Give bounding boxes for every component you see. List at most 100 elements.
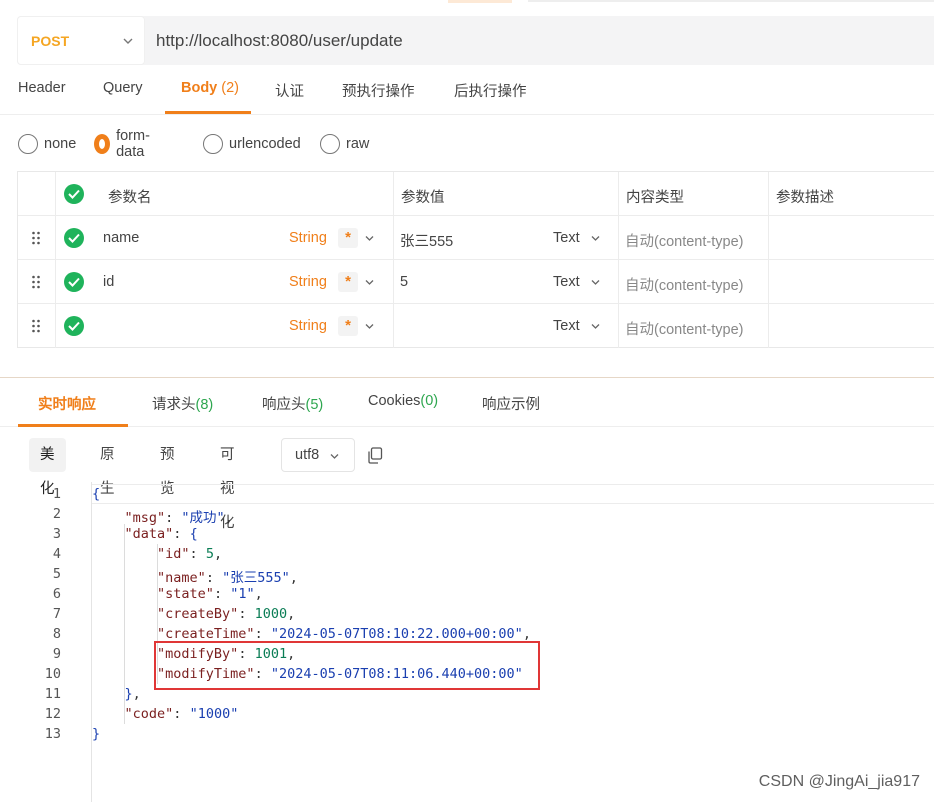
header-param-name: 参数名 bbox=[108, 190, 152, 206]
radio-none[interactable]: none bbox=[18, 133, 76, 155]
param-name[interactable]: name bbox=[103, 230, 139, 246]
chevron-down-icon[interactable] bbox=[364, 321, 375, 332]
radio-circle-selected bbox=[94, 134, 111, 154]
tab-response-examples[interactable]: 响应示例 bbox=[482, 393, 540, 414]
tab-auth[interactable]: 认证 bbox=[275, 80, 304, 101]
value-type-select[interactable]: Text bbox=[553, 230, 580, 246]
tab-live-response[interactable]: 实时响应 bbox=[38, 393, 96, 414]
tab-header[interactable]: Header bbox=[18, 80, 66, 96]
line-number: 10 bbox=[44, 666, 61, 682]
header-param-desc: 参数描述 bbox=[776, 190, 834, 206]
value-type-select[interactable]: Text bbox=[553, 274, 580, 290]
param-type[interactable]: String bbox=[289, 230, 327, 246]
response-tabs: 实时响应 请求头(8) 响应头(5) Cookies(0) 响应示例 bbox=[0, 378, 934, 427]
code-token: "成功" bbox=[181, 510, 225, 526]
tab-query[interactable]: Query bbox=[103, 80, 143, 96]
param-value[interactable]: 5 bbox=[400, 274, 408, 290]
url-input[interactable]: http://localhost:8080/user/update bbox=[156, 31, 403, 51]
method-label: POST bbox=[31, 33, 70, 49]
chevron-down-icon[interactable] bbox=[590, 233, 601, 244]
content-type[interactable]: 自动(content-type) bbox=[625, 274, 743, 295]
view-preview[interactable]: 预览 bbox=[149, 438, 186, 497]
line-number: 2 bbox=[52, 506, 61, 522]
check-circle-icon[interactable] bbox=[64, 184, 84, 204]
code-token: : bbox=[238, 606, 255, 622]
chevron-down-icon bbox=[330, 454, 339, 459]
code-token: : bbox=[254, 626, 271, 642]
chevron-down-icon[interactable] bbox=[364, 233, 375, 244]
check-circle-icon[interactable] bbox=[64, 228, 84, 248]
line-number: 9 bbox=[52, 646, 61, 662]
view-visualize[interactable]: 可视化 bbox=[209, 438, 246, 531]
code-token: { bbox=[189, 526, 198, 542]
request-tabs: Header Query Body (2) 认证 预执行操作 后执行操作 bbox=[0, 66, 934, 115]
code-token: 5 bbox=[205, 546, 214, 562]
drag-handle-icon[interactable] bbox=[31, 275, 41, 289]
param-value[interactable]: 张三555 bbox=[400, 230, 453, 251]
code-token: "state" bbox=[157, 586, 214, 602]
param-type[interactable]: String bbox=[289, 318, 327, 334]
content-type[interactable]: 自动(content-type) bbox=[625, 318, 743, 339]
code-token: : bbox=[213, 586, 231, 602]
code-token: "1" bbox=[230, 586, 255, 602]
tab-body[interactable]: Body (2) bbox=[181, 80, 239, 96]
tab-request-headers[interactable]: 请求头(8) bbox=[152, 393, 213, 414]
chevron-down-icon bbox=[123, 38, 133, 44]
encoding-select[interactable]: utf8 bbox=[281, 438, 355, 472]
highlight-box bbox=[154, 641, 540, 690]
table-header-row: 参数名 参数值 内容类型 参数描述 bbox=[18, 172, 934, 216]
view-pretty[interactable]: 美化 bbox=[29, 438, 66, 497]
code-token: 1000 bbox=[254, 606, 288, 622]
line-number: 1 bbox=[52, 486, 61, 502]
line-number: 12 bbox=[44, 706, 61, 722]
code-line: { bbox=[92, 486, 100, 502]
method-select[interactable]: POST bbox=[17, 16, 145, 65]
chevron-down-icon[interactable] bbox=[590, 277, 601, 288]
chevron-down-icon[interactable] bbox=[364, 277, 375, 288]
code-token: "code" bbox=[124, 706, 174, 722]
radio-form-data[interactable]: form-data bbox=[94, 128, 154, 160]
required-badge[interactable]: * bbox=[338, 228, 358, 248]
active-tab-underline bbox=[165, 111, 251, 114]
line-number: 4 bbox=[52, 546, 61, 562]
code-line: "state": "1", bbox=[92, 586, 263, 602]
drag-handle-icon[interactable] bbox=[31, 231, 41, 245]
view-raw[interactable]: 原生 bbox=[89, 438, 126, 497]
tab-cookies[interactable]: Cookies(0) bbox=[368, 393, 438, 409]
code-token: : bbox=[173, 706, 190, 722]
code-token: , bbox=[289, 570, 298, 586]
line-number: 8 bbox=[52, 626, 61, 642]
code-line: "createBy": 1000, bbox=[92, 606, 295, 622]
param-type[interactable]: String bbox=[289, 274, 327, 290]
required-badge[interactable]: * bbox=[338, 272, 358, 292]
code-token: , bbox=[132, 686, 141, 702]
check-circle-icon[interactable] bbox=[64, 316, 84, 336]
required-badge[interactable]: * bbox=[338, 316, 358, 336]
radio-raw[interactable]: raw bbox=[320, 133, 369, 155]
chevron-down-icon[interactable] bbox=[590, 321, 601, 332]
code-token: , bbox=[224, 510, 233, 526]
tab-pre-script[interactable]: 预执行操作 bbox=[342, 80, 415, 101]
table-row: String * Text 自动(content-type) bbox=[18, 304, 934, 348]
code-line: "createTime": "2024-05-07T08:10:22.000+0… bbox=[92, 626, 531, 642]
top-strip bbox=[0, 0, 934, 4]
check-circle-icon[interactable] bbox=[64, 272, 84, 292]
content-type[interactable]: 自动(content-type) bbox=[625, 230, 743, 251]
tab-post-script[interactable]: 后执行操作 bbox=[454, 80, 527, 101]
radio-circle bbox=[18, 134, 38, 154]
drag-handle-icon[interactable] bbox=[31, 319, 41, 333]
code-line: "name": "张三555", bbox=[92, 566, 298, 586]
code-token: "1000" bbox=[189, 706, 239, 722]
code-token: "createBy" bbox=[157, 606, 239, 622]
tab-response-headers[interactable]: 响应头(5) bbox=[262, 393, 323, 414]
header-content-type: 内容类型 bbox=[626, 190, 684, 206]
line-number: 6 bbox=[52, 586, 61, 602]
line-number: 5 bbox=[52, 566, 61, 582]
value-type-select[interactable]: Text bbox=[553, 318, 580, 334]
radio-circle bbox=[320, 134, 340, 154]
code-token: "id" bbox=[157, 546, 190, 562]
copy-icon[interactable] bbox=[367, 447, 383, 464]
table-row: name String * 张三555 Text 自动(content-type… bbox=[18, 216, 934, 260]
radio-urlencoded[interactable]: urlencoded bbox=[203, 133, 301, 155]
param-name[interactable]: id bbox=[103, 274, 114, 290]
